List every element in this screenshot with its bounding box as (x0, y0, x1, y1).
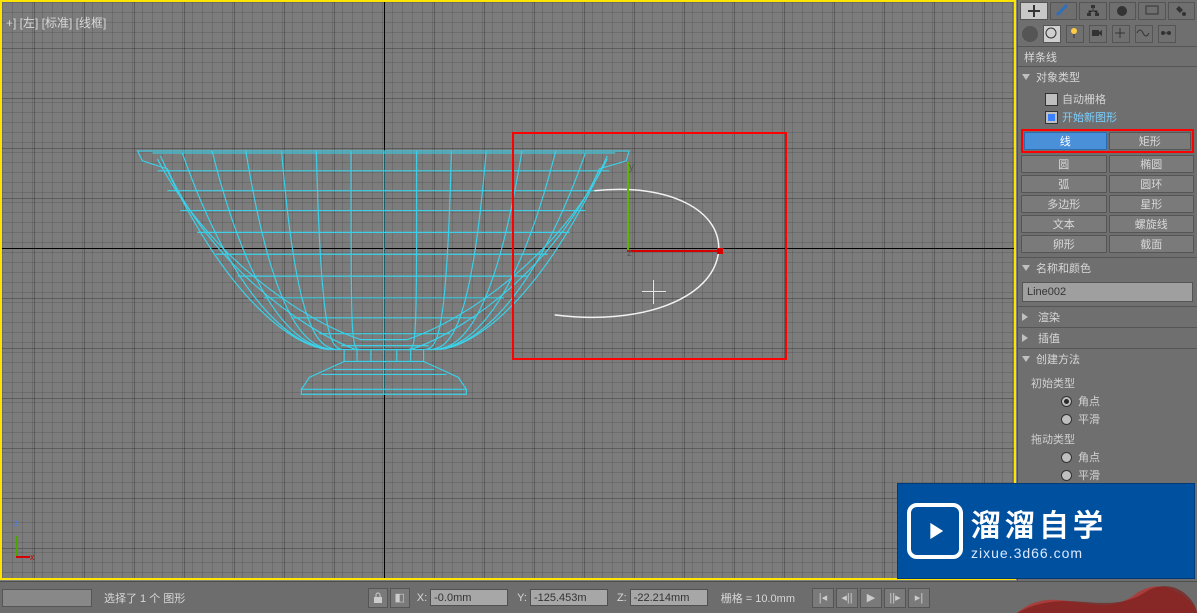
opt-label: 平滑 (1078, 411, 1100, 427)
rollout-head-interp[interactable]: 插值 (1018, 328, 1197, 348)
btn-circle[interactable]: 圆 (1021, 155, 1107, 173)
play-icon[interactable]: ▶ (860, 588, 882, 608)
rollout-creation-method: 创建方法 初始类型 角点 平滑 拖动类型 角点 平滑 Bezier (1018, 348, 1197, 501)
btn-helix[interactable]: 螺旋线 (1109, 215, 1195, 233)
autogrid-checkbox[interactable] (1045, 93, 1058, 106)
radio-drag-smooth[interactable] (1061, 470, 1072, 481)
rollout-title: 对象类型 (1036, 69, 1080, 85)
opt-label: 角点 (1078, 393, 1100, 409)
opt-label: 平滑 (1078, 467, 1100, 483)
view-axes-icon: z x (16, 528, 36, 558)
axis-horizontal (2, 248, 1014, 249)
tab-modify[interactable] (1050, 2, 1078, 20)
cameras-icon[interactable] (1089, 25, 1107, 43)
coord-z-label: Z: (614, 592, 630, 604)
prev-frame-icon[interactable]: ◂|| (836, 588, 858, 608)
watermark-title: 溜溜自学 (971, 501, 1107, 545)
object-name-field[interactable]: Line002 (1022, 282, 1193, 302)
coord-y-label: Y: (514, 592, 530, 604)
watermark-logo-icon (907, 503, 963, 559)
rollout-interp: 插值 (1018, 327, 1197, 348)
selection-status: 选择了 1 个 图形 (96, 590, 193, 606)
radio-initial-smooth[interactable] (1061, 414, 1072, 425)
tab-motion[interactable] (1109, 2, 1137, 20)
coord-x-input[interactable] (430, 589, 508, 606)
rollout-object-type: 对象类型 自动栅格 开始新图形 线 矩形 圆椭圆 弧圆环 多边形星形 文本螺旋线… (1018, 66, 1197, 257)
category-dropdown[interactable]: 样条线 (1018, 46, 1197, 66)
coord-y: Y: (514, 589, 608, 606)
autogrid-label: 自动栅格 (1062, 91, 1106, 107)
selection-filter-icon[interactable]: ◧ (390, 588, 410, 608)
start-new-shape-checkbox[interactable] (1045, 111, 1058, 124)
coord-z: Z: (614, 589, 708, 606)
watermark-url: zixue.3d66.com (971, 545, 1107, 561)
chevron-down-icon (1022, 265, 1030, 271)
btn-section[interactable]: 截面 (1109, 235, 1195, 253)
coord-x-label: X: (414, 592, 430, 604)
viewport-left[interactable]: y z +] [左] [标准] [线框] z x (0, 0, 1016, 580)
tab-utilities[interactable] (1168, 2, 1196, 20)
btn-polygon[interactable]: 多边形 (1021, 195, 1107, 213)
spacewarps-icon[interactable] (1135, 25, 1153, 43)
btn-text[interactable]: 文本 (1021, 215, 1107, 233)
create-subcategory-row (1018, 22, 1197, 46)
rollout-head-name-color[interactable]: 名称和颜色 (1018, 258, 1197, 278)
btn-star[interactable]: 星形 (1109, 195, 1195, 213)
rollout-head-render[interactable]: 渲染 (1018, 307, 1197, 327)
lights-icon[interactable] (1066, 25, 1084, 43)
selection-lock-icon[interactable] (368, 588, 388, 608)
rollout-title: 渲染 (1038, 309, 1060, 325)
shapes-icon[interactable] (1043, 25, 1061, 43)
coord-y-input[interactable] (530, 589, 608, 606)
btn-ellipse[interactable]: 椭圆 (1109, 155, 1195, 173)
btn-rect[interactable]: 矩形 (1109, 132, 1192, 150)
annotation-highlight-box (512, 132, 787, 360)
chevron-right-icon (1022, 313, 1032, 321)
rollout-head-object-type[interactable]: 对象类型 (1018, 67, 1197, 87)
timeline-scrub[interactable] (2, 589, 92, 607)
viewport-grid (2, 2, 1014, 578)
btn-egg[interactable]: 卵形 (1021, 235, 1107, 253)
drag-type-label: 拖动类型 (1021, 431, 1194, 447)
chevron-down-icon (1022, 74, 1030, 80)
panel-tab-row (1018, 0, 1197, 22)
rollout-head-creation[interactable]: 创建方法 (1018, 349, 1197, 369)
start-new-shape-label: 开始新图形 (1062, 109, 1117, 125)
tab-create[interactable] (1020, 2, 1048, 20)
chevron-right-icon (1022, 334, 1032, 342)
chevron-down-icon (1022, 356, 1030, 362)
btn-line[interactable]: 线 (1024, 132, 1107, 150)
btn-arc[interactable]: 弧 (1021, 175, 1107, 193)
systems-icon[interactable] (1158, 25, 1176, 43)
btn-ring[interactable]: 圆环 (1109, 175, 1195, 193)
rollout-render: 渲染 (1018, 306, 1197, 327)
viewport-label[interactable]: +] [左] [标准] [线框] (6, 14, 106, 31)
rollout-title: 插值 (1038, 330, 1060, 346)
playback-controls: |◂ ◂|| ▶ ||▸ ▸| (811, 588, 931, 608)
initial-type-label: 初始类型 (1021, 375, 1194, 391)
opt-label: 角点 (1078, 449, 1100, 465)
goto-end-icon[interactable]: ▸| (908, 588, 930, 608)
tab-display[interactable] (1138, 2, 1166, 20)
rollout-name-color: 名称和颜色 Line002 (1018, 257, 1197, 302)
tab-hierarchy[interactable] (1079, 2, 1107, 20)
helpers-icon[interactable] (1112, 25, 1130, 43)
watermark-banner: 溜溜自学 zixue.3d66.com (897, 483, 1195, 579)
axis-vertical (384, 2, 385, 578)
grid-size-label: 栅格 = 10.0mm (711, 590, 805, 606)
coord-x: X: (414, 589, 508, 606)
radio-initial-corner[interactable] (1061, 396, 1072, 407)
decorative-wave-icon (1017, 585, 1197, 613)
radio-drag-corner[interactable] (1061, 452, 1072, 463)
geometry-icon[interactable] (1022, 26, 1038, 42)
next-frame-icon[interactable]: ||▸ (884, 588, 906, 608)
coord-z-input[interactable] (630, 589, 708, 606)
goto-start-icon[interactable]: |◂ (812, 588, 834, 608)
rollout-title: 创建方法 (1036, 351, 1080, 367)
rollout-title: 名称和颜色 (1036, 260, 1091, 276)
